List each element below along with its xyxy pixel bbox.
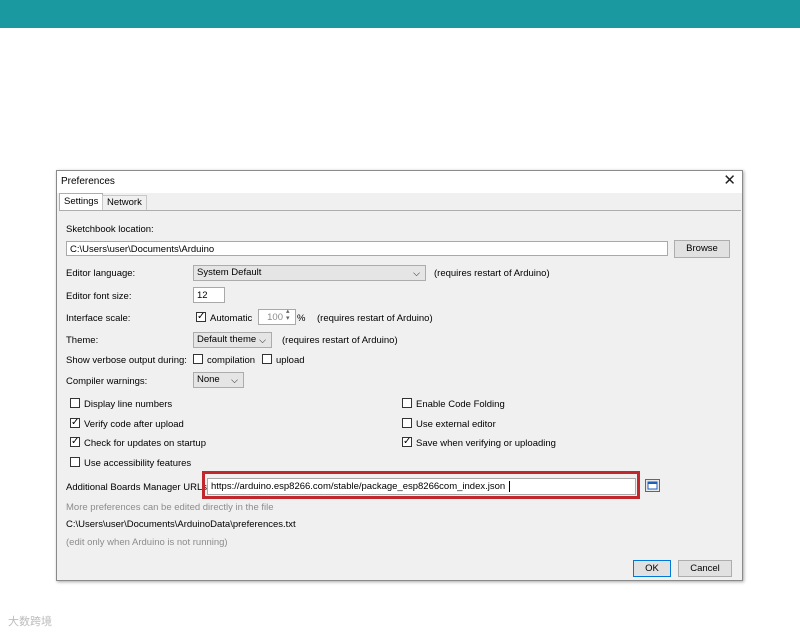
spin-down-icon[interactable]: ▾ [286,315,290,322]
verify-code-label: Verify code after upload [84,419,184,430]
display-line-numbers-checkbox[interactable] [70,398,80,408]
interface-scale-value: 100 [267,312,283,323]
upload-label: upload [276,355,305,366]
sketchbook-label: Sketchbook location: [66,224,154,235]
compiler-warnings-select[interactable]: None ⌵ [193,372,244,388]
window-title: Preferences [61,176,115,187]
check-icon: ✓ [71,436,80,447]
automatic-label: Automatic [210,313,253,324]
chevron-down-icon: ⌵ [259,335,266,345]
compilation-label: compilation [207,355,256,366]
interface-scale-field[interactable]: 100 [258,309,296,325]
external-editor-checkbox[interactable] [402,418,412,428]
theme-note: (requires restart of Arduino) [282,335,398,346]
browse-button[interactable]: Browse [674,240,730,258]
verify-code-checkbox[interactable]: ✓ [70,418,80,428]
highlight-box [202,471,640,499]
percent-unit: % [297,313,306,324]
ok-button[interactable]: OK [633,560,671,577]
editor-language-label: Editor language: [66,268,136,279]
chevron-down-icon: ⌵ [413,268,420,278]
check-icon: ✓ [71,417,80,428]
code-folding-checkbox[interactable] [402,398,412,408]
preferences-path: C:\Users\user\Documents\ArduinoData\pref… [66,519,296,530]
theme-value: Default theme [197,334,257,345]
upload-checkbox[interactable] [262,354,272,364]
check-updates-label: Check for updates on startup [84,438,206,449]
editor-language-note: (requires restart of Arduino) [434,268,550,279]
font-size-label: Editor font size: [66,291,132,302]
cancel-button[interactable]: Cancel [678,560,732,577]
close-icon[interactable]: ✕ [723,173,736,189]
accessibility-checkbox[interactable] [70,457,80,467]
tab-network[interactable]: Network [102,195,147,210]
verbose-label: Show verbose output during: [66,355,187,366]
sketchbook-location-field[interactable]: C:\Users\user\Documents\Arduino [66,241,668,256]
editor-language-select[interactable]: System Default ⌵ [193,265,426,281]
spin-up-icon[interactable]: ▴ [286,308,290,315]
compiler-warnings-label: Compiler warnings: [66,376,148,387]
compilation-checkbox[interactable] [193,354,203,364]
title-bar: Preferences ✕ [57,171,742,193]
interface-scale-note: (requires restart of Arduino) [317,313,433,324]
font-size-field[interactable]: 12 [193,287,225,303]
accessibility-label: Use accessibility features [84,458,192,469]
save-when-verifying-label: Save when verifying or uploading [416,438,556,449]
more-preferences-note: More preferences can be edited directly … [66,502,274,513]
tab-settings[interactable]: Settings [59,193,104,211]
display-line-numbers-label: Display line numbers [84,399,173,410]
code-folding-label: Enable Code Folding [416,399,505,410]
save-when-verifying-checkbox[interactable]: ✓ [402,437,412,447]
compiler-warnings-value: None [197,374,220,385]
interface-scale-label: Interface scale: [66,313,131,324]
chevron-down-icon: ⌵ [231,375,238,385]
editor-language-value: System Default [197,267,262,278]
boards-urls-label: Additional Boards Manager URLs: [66,482,210,493]
check-updates-checkbox[interactable]: ✓ [70,437,80,447]
top-banner [0,0,800,28]
theme-label: Theme: [66,335,99,346]
theme-select[interactable]: Default theme ⌵ [193,332,272,348]
external-editor-label: Use external editor [416,419,496,430]
check-icon: ✓ [197,311,206,322]
watermark: 大数跨境 [8,616,52,628]
window-list-icon[interactable] [645,479,660,492]
edit-note: (edit only when Arduino is not running) [66,537,228,548]
automatic-checkbox[interactable]: ✓ [196,312,206,322]
check-icon: ✓ [403,436,412,447]
